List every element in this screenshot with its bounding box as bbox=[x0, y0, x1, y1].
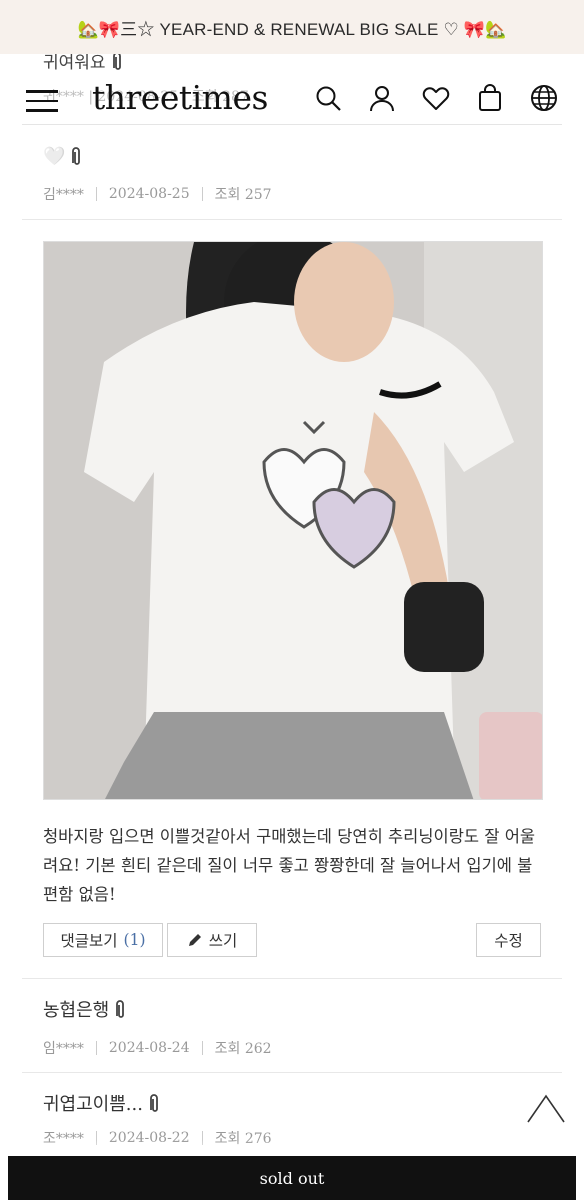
bag-icon[interactable] bbox=[476, 84, 504, 112]
write-comment-button[interactable]: 쓰기 bbox=[167, 923, 257, 957]
review-photo-illustration bbox=[44, 242, 542, 799]
review-body: 청바지랑 입으면 이쁠것같아서 구매했는데 당연히 추리닝이랑도 잘 어울려요!… bbox=[43, 827, 536, 904]
divider bbox=[22, 219, 562, 220]
divider bbox=[22, 978, 562, 979]
review-title[interactable]: 농협은행 bbox=[43, 996, 272, 1022]
review-author: 김**** bbox=[43, 187, 84, 203]
search-icon[interactable] bbox=[314, 84, 342, 112]
review-meta: 김**** 2024-08-25 조회 257 bbox=[43, 184, 272, 204]
site-logo[interactable]: threetimes bbox=[92, 78, 268, 117]
paperclip-icon bbox=[150, 1094, 158, 1112]
review-views: 조회 262 bbox=[214, 1041, 272, 1057]
paperclip-icon bbox=[116, 1000, 125, 1018]
review-date: 2024-08-25 bbox=[108, 186, 190, 202]
review-date: 2024-08-24 bbox=[108, 1040, 190, 1056]
review-meta: 임**** 2024-08-24 조회 262 bbox=[43, 1038, 272, 1058]
site-header: 귀여워요 귀**** | 2024-08-25 | 조회 287 threeti… bbox=[0, 51, 584, 144]
menu-icon[interactable] bbox=[26, 90, 58, 112]
review-photo[interactable] bbox=[43, 241, 543, 800]
review-author: 임**** bbox=[43, 1041, 84, 1057]
review-item[interactable]: 농협은행 임**** 2024-08-24 조회 262 bbox=[43, 996, 272, 1058]
user-icon[interactable] bbox=[368, 84, 396, 112]
chevron-up-icon[interactable] bbox=[526, 1090, 566, 1126]
review-title[interactable]: 귀엽고이쁨... bbox=[43, 1090, 272, 1116]
paperclip-icon bbox=[72, 147, 81, 165]
view-comments-button[interactable]: 댓글보기 (1) bbox=[43, 923, 163, 957]
review-views: 조회 257 bbox=[214, 187, 272, 203]
edit-button[interactable]: 수정 bbox=[476, 923, 541, 957]
globe-icon[interactable] bbox=[530, 84, 558, 112]
pencil-icon bbox=[188, 934, 201, 946]
review-item[interactable]: 🤍 김**** 2024-08-25 조회 257 bbox=[43, 144, 272, 204]
divider bbox=[22, 1072, 562, 1073]
promo-banner-text: 🏡🎀三☆ YEAR-END & RENEWAL BIG SALE ♡ 🎀🏡 bbox=[77, 19, 507, 39]
comment-count: (1) bbox=[123, 931, 146, 949]
review-title[interactable]: 🤍 bbox=[43, 144, 272, 168]
sold-out-button[interactable]: sold out bbox=[8, 1156, 576, 1200]
heart-icon[interactable] bbox=[422, 84, 450, 112]
promo-banner[interactable]: 🏡🎀三☆ YEAR-END & RENEWAL BIG SALE ♡ 🎀🏡 bbox=[0, 0, 584, 54]
